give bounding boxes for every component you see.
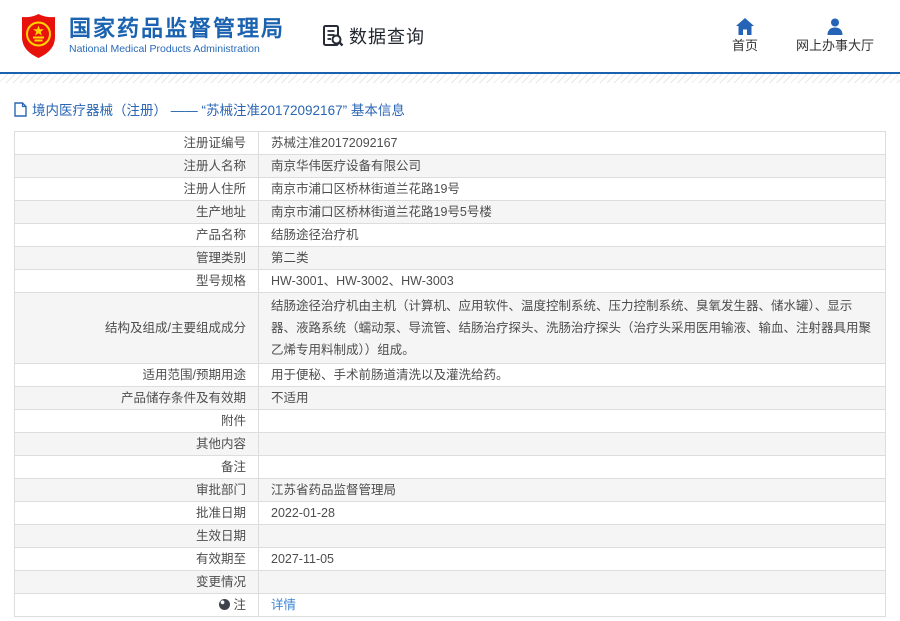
breadcrumb-text: 境内医疗器械（注册） —— “苏械注准20172092167” 基本信息: [32, 103, 405, 118]
home-icon: [735, 18, 754, 35]
table-row: 附件: [14, 409, 886, 433]
row-value: 苏械注准20172092167: [258, 131, 886, 155]
nav-home-label: 首页: [731, 38, 758, 53]
row-label: 产品名称: [14, 223, 259, 247]
data-query-section[interactable]: 数据查询: [321, 23, 425, 49]
row-label: 注册人住所: [14, 177, 259, 201]
document-icon: [14, 101, 27, 117]
row-value: 南京市浦口区桥林街道兰花路19号: [258, 177, 886, 201]
table-row: 批准日期 2022-01-28: [14, 501, 886, 525]
table-row: 注册人住所 南京市浦口区桥林街道兰花路19号: [14, 177, 886, 201]
row-value: 结肠途径治疗机: [258, 223, 886, 247]
row-value: [258, 524, 886, 548]
section-title: 数据查询: [349, 27, 426, 47]
row-value: 2027-11-05: [258, 547, 886, 571]
table-row: 结构及组成/主要组成成分 结肠途径治疗机由主机（计算机、应用软件、温度控制系统、…: [14, 292, 886, 364]
org-name-en: National Medical Products Administration: [69, 43, 260, 55]
row-value: 2022-01-28: [258, 501, 886, 525]
row-value: 结肠途径治疗机由主机（计算机、应用软件、温度控制系统、压力控制系统、臭氧发生器、…: [258, 292, 886, 364]
row-label: 产品储存条件及有效期: [14, 386, 259, 410]
top-header: 国家药品监督管理局 National Medical Products Admi…: [0, 0, 900, 72]
table-row-note: 注 详情: [14, 593, 886, 617]
row-label: 注册证编号: [14, 131, 259, 155]
row-label: 生效日期: [14, 524, 259, 548]
row-value: [258, 455, 886, 479]
hatch-band: [0, 74, 900, 83]
table-row: 注册人名称 南京华伟医疗设备有限公司: [14, 154, 886, 178]
row-label: 适用范围/预期用途: [14, 363, 259, 387]
page: 国家药品监督管理局 National Medical Products Admi…: [0, 0, 900, 621]
row-value: 详情: [258, 593, 886, 617]
row-label: 型号规格: [14, 269, 259, 293]
row-value: [258, 409, 886, 433]
row-label: 变更情况: [14, 570, 259, 594]
document-search-icon: [323, 25, 344, 47]
table-row: 产品储存条件及有效期 不适用: [14, 386, 886, 410]
table-row: 备注: [14, 455, 886, 479]
row-label: 结构及组成/主要组成成分: [14, 292, 259, 364]
row-value: [258, 570, 886, 594]
info-table-body: 注册证编号 苏械注准20172092167 注册人名称 南京华伟医疗设备有限公司…: [14, 131, 886, 617]
row-label: 注册人名称: [14, 154, 259, 178]
note-dot-icon: [219, 599, 231, 610]
table-row: 生效日期: [14, 524, 886, 548]
person-icon: [827, 18, 843, 35]
table-row: 产品名称 结肠途径治疗机: [14, 223, 886, 247]
row-label: 附件: [14, 409, 259, 433]
nav-home[interactable]: 首页: [732, 18, 758, 54]
table-row: 适用范围/预期用途 用于便秘、手术前肠道清洗以及灌洗给药。: [14, 363, 886, 387]
row-label: 有效期至: [14, 547, 259, 571]
breadcrumb: 境内医疗器械（注册） —— “苏械注准20172092167” 基本信息: [0, 83, 900, 131]
row-label: 备注: [14, 455, 259, 479]
org-name-cn: 国家药品监督管理局: [69, 16, 286, 41]
row-label: 生产地址: [14, 200, 259, 224]
nav-online-hall-label: 网上办事大厅: [795, 38, 874, 53]
row-value: 江苏省药品监督管理局: [258, 478, 886, 502]
row-value: 南京市浦口区桥林街道兰花路19号5号楼: [258, 200, 886, 224]
table-row: 型号规格 HW-3001、HW-3002、HW-3003: [14, 269, 886, 293]
nav-online-hall[interactable]: 网上办事大厅: [796, 18, 874, 54]
org-titles: 国家药品监督管理局 National Medical Products Admi…: [69, 16, 285, 56]
table-row: 生产地址 南京市浦口区桥林街道兰花路19号5号楼: [14, 200, 886, 224]
table-row: 管理类别 第二类: [14, 246, 886, 270]
row-value: HW-3001、HW-3002、HW-3003: [258, 269, 886, 293]
table-row: 变更情况: [14, 570, 886, 594]
table-row: 其他内容: [14, 432, 886, 456]
site-logo[interactable]: 国家药品监督管理局 National Medical Products Admi…: [20, 13, 285, 59]
table-row: 审批部门 江苏省药品监督管理局: [14, 478, 886, 502]
row-label: 其他内容: [14, 432, 259, 456]
row-label: 批准日期: [14, 501, 259, 525]
row-value: 第二类: [258, 246, 886, 270]
row-value: [258, 432, 886, 456]
table-row: 注册证编号 苏械注准20172092167: [14, 131, 886, 155]
table-row: 有效期至 2027-11-05: [14, 547, 886, 571]
row-label: 注: [14, 593, 259, 617]
row-value: 不适用: [258, 386, 886, 410]
top-nav: 首页 网上办事大厅: [732, 18, 878, 54]
details-link[interactable]: 详情: [271, 598, 296, 612]
row-label: 管理类别: [14, 246, 259, 270]
national-emblem-icon: [22, 14, 55, 58]
note-label: 注: [233, 598, 246, 612]
row-value: 南京华伟医疗设备有限公司: [258, 154, 886, 178]
registration-info-table: 注册证编号 苏械注准20172092167 注册人名称 南京华伟医疗设备有限公司…: [14, 131, 886, 617]
row-value: 用于便秘、手术前肠道清洗以及灌洗给药。: [258, 363, 886, 387]
row-label: 审批部门: [14, 478, 259, 502]
